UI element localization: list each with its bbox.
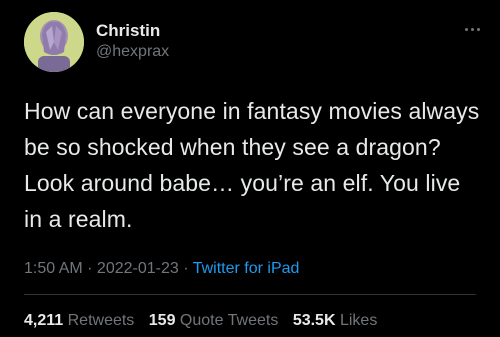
praying-hands-avatar-icon (24, 12, 84, 72)
tweet-source-link[interactable]: Twitter for iPad (193, 260, 300, 277)
display-name[interactable]: Christin (96, 20, 169, 42)
tweet-date[interactable]: 2022-01-23 (97, 260, 179, 277)
tweet-card: Christin @hexprax How can everyone in fa… (0, 0, 500, 337)
divider (24, 294, 476, 295)
quote-tweets-label: Quote Tweets (179, 312, 279, 329)
retweets-count: 4,211 (24, 312, 64, 329)
tweet-header: Christin @hexprax (24, 12, 480, 72)
meta-separator: · (82, 260, 97, 277)
retweets-stat[interactable]: 4,211 Retweets (24, 312, 134, 329)
tweet-time[interactable]: 1:50 AM (24, 260, 83, 277)
tweet-meta: 1:50 AM · 2022-01-23 · Twitter for iPad (24, 259, 299, 279)
likes-count: 53.5K (292, 312, 336, 329)
quote-tweets-stat[interactable]: 159 Quote Tweets (149, 312, 279, 329)
user-handle[interactable]: @hexprax (96, 42, 169, 62)
retweets-label: Retweets (67, 312, 135, 329)
likes-label: Likes (339, 312, 378, 329)
meta-separator: · (178, 260, 193, 277)
avatar[interactable] (24, 12, 84, 72)
quote-tweets-count: 159 (148, 312, 176, 329)
likes-stat[interactable]: 53.5K Likes (293, 312, 378, 329)
author-names: Christin @hexprax (96, 20, 169, 62)
more-options-icon[interactable] (460, 22, 484, 36)
tweet-text: How can everyone in fantasy movies alway… (24, 98, 480, 232)
tweet-stats: 4,211 Retweets 159 Quote Tweets 53.5K Li… (24, 311, 387, 331)
